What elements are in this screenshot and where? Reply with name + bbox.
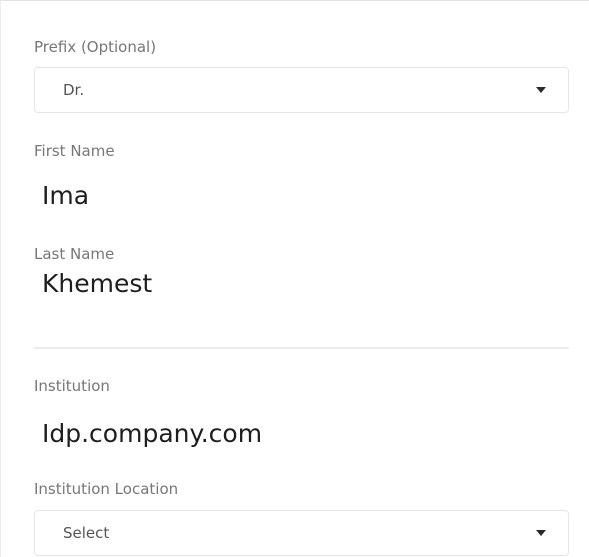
- last-name-field[interactable]: Khemest: [42, 269, 152, 299]
- first-name-field[interactable]: Ima: [42, 181, 89, 211]
- institution-location-selected-value: Select: [63, 524, 110, 542]
- prefix-select[interactable]: Dr.: [34, 67, 569, 113]
- registration-form: Prefix (Optional) Dr. First Name Ima Las…: [0, 0, 589, 557]
- institution-location-label: Institution Location: [34, 480, 179, 498]
- institution-location-select[interactable]: Select: [34, 510, 569, 556]
- prefix-label: Prefix (Optional): [34, 38, 157, 56]
- caret-down-icon: [536, 87, 546, 93]
- institution-label: Institution: [34, 377, 110, 395]
- prefix-selected-value: Dr.: [63, 81, 85, 99]
- first-name-label: First Name: [34, 142, 115, 160]
- caret-down-icon: [536, 530, 546, 536]
- last-name-label: Last Name: [34, 245, 115, 263]
- institution-field[interactable]: Idp.company.com: [42, 419, 262, 449]
- section-divider: [34, 347, 569, 349]
